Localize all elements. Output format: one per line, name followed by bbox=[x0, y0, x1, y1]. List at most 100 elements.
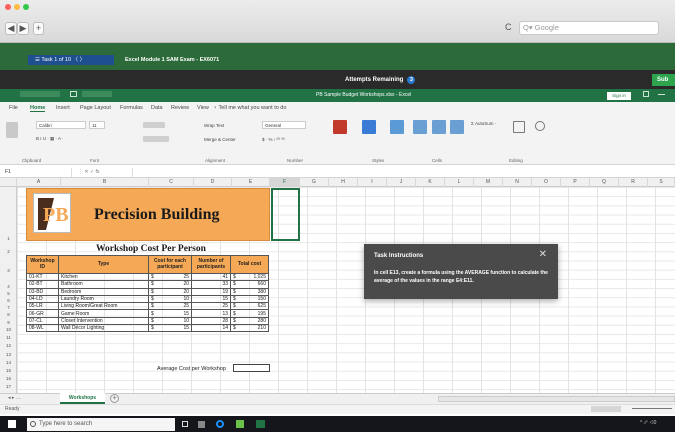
active-cell[interactable] bbox=[271, 188, 300, 241]
column-header[interactable]: I bbox=[358, 178, 387, 187]
row-header[interactable]: 17 bbox=[0, 384, 17, 389]
cell-participants[interactable]: 15 bbox=[191, 294, 231, 304]
cell-cost-currency[interactable]: $ bbox=[147, 294, 167, 304]
cell-workshop-id[interactable]: 02-BT bbox=[26, 280, 59, 289]
column-header[interactable]: R bbox=[619, 178, 648, 187]
save-icon[interactable] bbox=[70, 91, 77, 97]
insert-cells-icon[interactable] bbox=[413, 120, 427, 134]
average-cell-e13[interactable] bbox=[233, 364, 270, 372]
cell-total[interactable]: 150 bbox=[241, 294, 269, 304]
zoom-slider[interactable] bbox=[632, 408, 672, 409]
tab-data[interactable]: Data bbox=[151, 105, 163, 111]
column-header[interactable]: N bbox=[503, 178, 532, 187]
header-participants[interactable]: Number of participants bbox=[191, 255, 231, 274]
cell-workshop-id[interactable]: 08-WL bbox=[26, 324, 59, 333]
cell-type[interactable]: Game Room bbox=[58, 309, 149, 318]
row-header[interactable]: 9 bbox=[0, 320, 17, 325]
cell-total-currency[interactable]: $ bbox=[229, 280, 242, 289]
store-icon[interactable] bbox=[236, 420, 244, 428]
format-cells-icon[interactable] bbox=[450, 120, 464, 134]
cell-total[interactable]: 210 bbox=[241, 324, 269, 333]
new-tab-button[interactable]: + bbox=[33, 22, 44, 35]
undo-redo-icons[interactable] bbox=[82, 91, 112, 97]
cell-participants[interactable]: 19 bbox=[191, 287, 231, 296]
start-icon[interactable] bbox=[8, 420, 16, 428]
tab-home[interactable]: Home bbox=[30, 105, 46, 112]
cell-workshop-id[interactable]: 03-BD bbox=[26, 287, 59, 296]
horizontal-scrollbar[interactable] bbox=[438, 396, 675, 402]
row-header[interactable]: 13 bbox=[0, 352, 17, 357]
row-header[interactable]: 3 bbox=[0, 268, 17, 273]
cell-type[interactable]: Laundry Room bbox=[58, 294, 149, 304]
add-sheet-icon[interactable]: + bbox=[110, 394, 119, 403]
sort-filter-icon[interactable] bbox=[513, 121, 525, 133]
tab-view[interactable]: View bbox=[197, 105, 209, 111]
cell-type[interactable]: Living Room/Great Room bbox=[58, 302, 149, 311]
delete-cells-icon[interactable] bbox=[432, 120, 446, 134]
edge-icon[interactable] bbox=[216, 420, 224, 428]
cell-workshop-id[interactable]: 04-LD bbox=[26, 294, 59, 304]
cell-total-currency[interactable]: $ bbox=[229, 272, 242, 282]
cell-type[interactable]: Wall Décor Lighting bbox=[58, 324, 149, 333]
file-explorer-icon[interactable] bbox=[198, 421, 205, 428]
cell-cost[interactable]: 20 bbox=[166, 280, 192, 289]
cell-total[interactable]: 625 bbox=[241, 302, 269, 311]
row-header[interactable]: 7 bbox=[0, 305, 17, 310]
column-header[interactable]: O bbox=[532, 178, 561, 187]
column-header[interactable]: J bbox=[387, 178, 416, 187]
row-header[interactable]: 15 bbox=[0, 368, 17, 373]
column-header[interactable]: F bbox=[270, 178, 300, 187]
tab-file[interactable]: File bbox=[9, 105, 18, 111]
format-as-table-icon[interactable] bbox=[362, 120, 376, 134]
quick-access-toolbar[interactable] bbox=[20, 91, 60, 97]
row-header[interactable]: 5 bbox=[0, 291, 17, 296]
header-workshop-id[interactable]: Workshop ID bbox=[26, 255, 59, 274]
column-header[interactable]: Q bbox=[590, 178, 619, 187]
cell-workshop-id[interactable]: 05-LR bbox=[26, 302, 59, 311]
number-format-select[interactable]: General bbox=[262, 121, 306, 129]
column-header[interactable]: H bbox=[329, 178, 358, 187]
cell-type[interactable]: Kitchen bbox=[58, 272, 149, 282]
taskbar-search[interactable]: Type here to search bbox=[27, 418, 175, 431]
submit-button[interactable]: Sub bbox=[652, 74, 675, 86]
font-style-buttons[interactable]: B I U · ▦ · A · bbox=[36, 136, 64, 142]
tab-insert[interactable]: Insert bbox=[56, 105, 70, 111]
formula-input[interactable] bbox=[132, 168, 672, 177]
cell-participants[interactable]: 41 bbox=[191, 272, 231, 282]
column-header[interactable]: M bbox=[474, 178, 503, 187]
font-size-select[interactable]: 11 bbox=[89, 121, 105, 129]
tab-formulas[interactable]: Formulas bbox=[120, 105, 143, 111]
sheet-tab-workshops[interactable]: Workshops bbox=[60, 393, 105, 404]
name-box[interactable]: F1 bbox=[2, 168, 72, 177]
paste-icon[interactable] bbox=[6, 122, 18, 138]
row-header[interactable]: 11 bbox=[0, 335, 17, 340]
header-type[interactable]: Type bbox=[58, 255, 149, 274]
minimize-icon[interactable] bbox=[658, 94, 665, 95]
font-name-select[interactable]: Calibri bbox=[36, 121, 86, 129]
cell-cost-currency[interactable]: $ bbox=[147, 287, 167, 296]
column-header[interactable]: C bbox=[149, 178, 194, 187]
excel-taskbar-icon[interactable] bbox=[256, 420, 265, 428]
cell-participants[interactable]: 14 bbox=[191, 324, 231, 333]
task-navigator[interactable]: ☰ Task 1 of 10 〈 〉 bbox=[28, 55, 114, 65]
cell-cost[interactable]: 10 bbox=[166, 316, 192, 326]
cell-cost-currency[interactable]: $ bbox=[147, 324, 167, 333]
cell-workshop-id[interactable]: 06-GR bbox=[26, 309, 59, 318]
cell-total[interactable]: 195 bbox=[241, 309, 269, 318]
formula-buttons[interactable]: ⋮ ✕ ✓ fx bbox=[78, 168, 128, 177]
cell-total-currency[interactable]: $ bbox=[229, 294, 242, 304]
cell-cost-currency[interactable]: $ bbox=[147, 272, 167, 282]
cell-total[interactable]: 660 bbox=[241, 280, 269, 289]
column-header[interactable]: A bbox=[17, 178, 61, 187]
column-header[interactable]: D bbox=[194, 178, 232, 187]
tell-me-search[interactable]: ♀ Tell me what you want to do bbox=[213, 105, 286, 111]
find-select-icon[interactable] bbox=[535, 121, 545, 131]
cell-cost[interactable]: 15 bbox=[166, 309, 192, 318]
column-header[interactable]: E bbox=[232, 178, 270, 187]
cell-cost-currency[interactable]: $ bbox=[147, 309, 167, 318]
row-header[interactable]: 10 bbox=[0, 327, 17, 332]
merge-center-button[interactable]: Merge & Center bbox=[204, 137, 236, 142]
cell-cost[interactable]: 15 bbox=[166, 324, 192, 333]
reload-button[interactable]: C bbox=[505, 22, 512, 32]
tab-page-layout[interactable]: Page Layout bbox=[80, 105, 111, 111]
